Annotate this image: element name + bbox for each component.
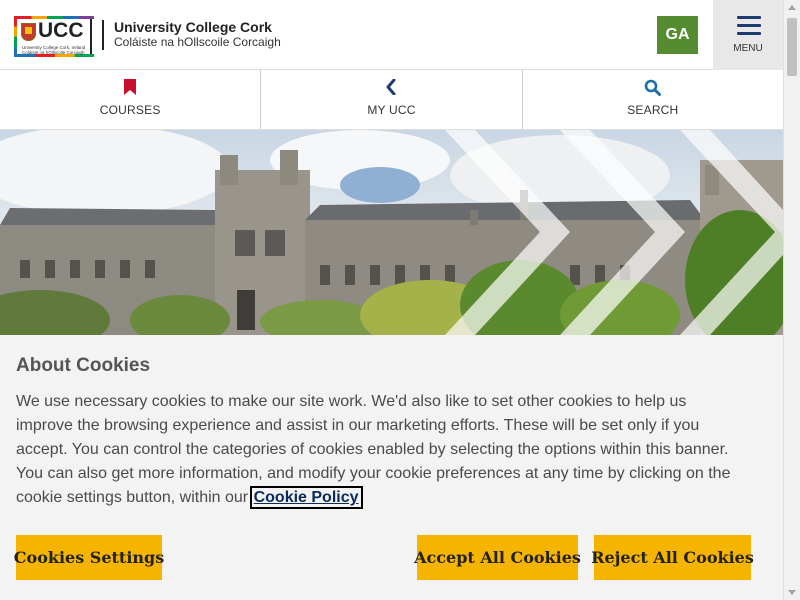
logo-text: UCC [38,19,84,42]
accept-all-cookies-button[interactable]: Accept All Cookies [414,535,581,580]
cookie-description: We use necessary cookies to make our sit… [16,393,731,509]
scroll-thumb[interactable] [787,18,797,76]
nav-label-search: SEARCH [627,103,679,117]
nav-label-my-ucc: MY UCC [367,103,416,117]
search-icon [523,79,783,97]
nav-item-my-ucc[interactable]: MY UCC [261,70,523,129]
hamburger-icon [737,16,761,40]
page-scrollbar[interactable] [783,0,800,600]
quick-nav: COURSES MY UCC SEARCH [0,70,783,130]
menu-label: MENU [733,43,763,54]
site-name: University College Cork [114,19,272,35]
reject-all-cookies-button[interactable]: Reject All Cookies [591,535,754,580]
nav-item-courses[interactable]: COURSES [0,70,262,129]
cookie-policy-link[interactable]: Cookie Policy [249,486,363,509]
menu-button[interactable]: MENU [713,0,783,70]
language-toggle-button[interactable]: GA [657,16,698,54]
cookie-banner: About Cookies We use necessary cookies t… [0,335,783,600]
nav-item-search[interactable]: SEARCH [523,70,783,129]
site-header: UCC University College Cork, Ireland Col… [0,0,783,70]
cookies-settings-button[interactable]: Cookies Settings [14,535,164,580]
hero-image [0,130,783,335]
chevron-left-icon [261,79,521,97]
bookmark-icon [0,79,260,97]
crest-icon [21,23,36,41]
scroll-down-icon[interactable] [788,590,796,595]
site-name-irish: Coláiste na hOllscoile Corcaigh [114,35,281,49]
ucc-logo[interactable]: UCC University College Cork, Ireland Col… [14,16,94,57]
cookie-title: About Cookies [16,355,151,376]
scroll-up-icon[interactable] [788,5,796,10]
nav-label-courses: COURSES [99,103,161,117]
logo-small-text: University College Cork, Ireland Coláist… [22,45,86,55]
header-divider [102,20,104,50]
